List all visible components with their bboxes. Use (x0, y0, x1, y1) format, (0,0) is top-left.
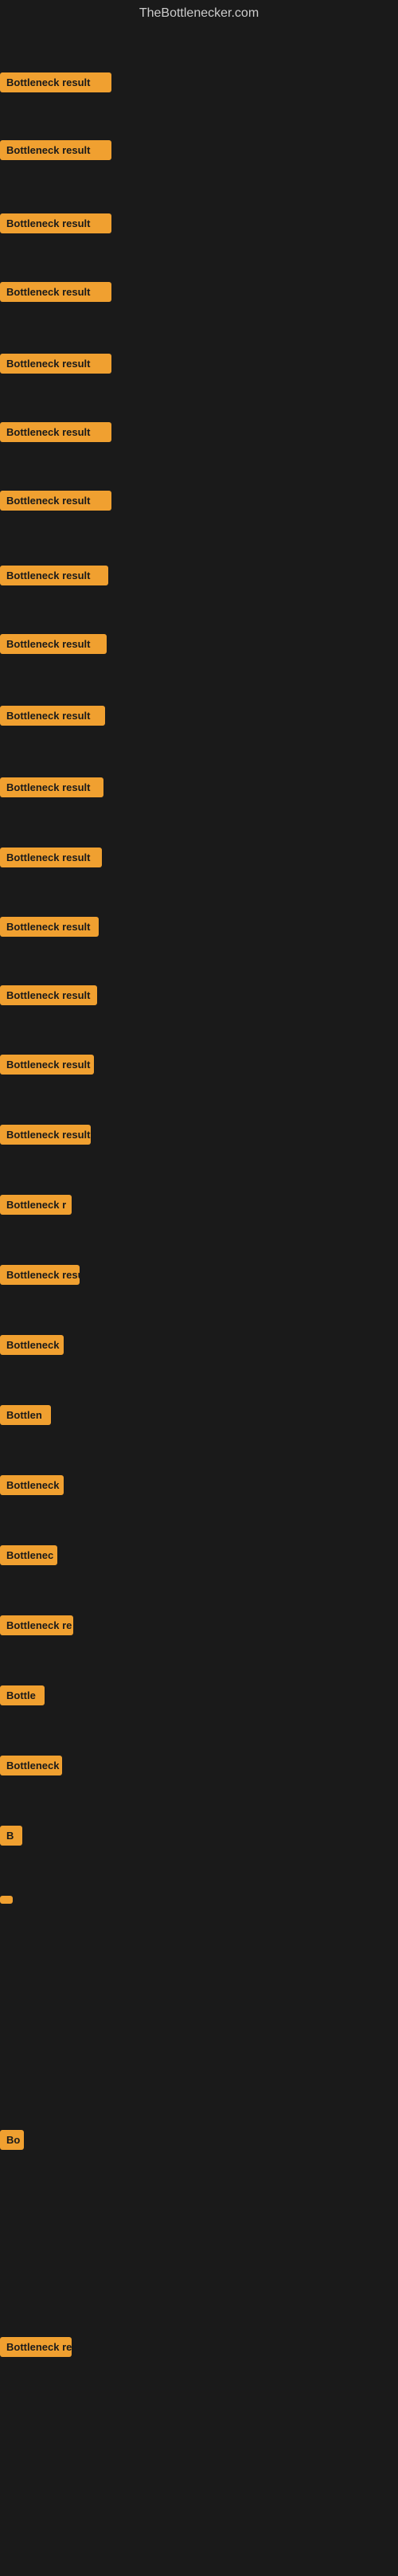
bottleneck-result-item: Bo (0, 2130, 24, 2150)
bottleneck-result-item: Bottleneck resu (0, 1265, 80, 1285)
bottleneck-result-item: Bottleneck result (0, 140, 111, 160)
bottleneck-result-item: Bottleneck (0, 1335, 64, 1355)
bottleneck-result-item: Bottleneck result (0, 354, 111, 374)
bottleneck-result-item: Bottleneck result (0, 917, 99, 937)
bottleneck-result-item: Bottleneck result (0, 985, 97, 1005)
bottleneck-result-item: Bottleneck result (0, 1125, 91, 1145)
bottleneck-result-item: Bottleneck result (0, 777, 103, 797)
bottleneck-result-item: Bottleneck r (0, 1195, 72, 1215)
bottleneck-result-item: Bottleneck result (0, 491, 111, 511)
bottleneck-result-item: Bottlen (0, 1405, 51, 1425)
bottleneck-result-item: Bottleneck result (0, 566, 108, 585)
bottleneck-result-item: Bottleneck result (0, 706, 105, 726)
site-title: TheBottlenecker.com (0, 0, 398, 27)
bottleneck-result-item (0, 1896, 13, 1904)
bottleneck-result-item: Bottleneck result (0, 1055, 94, 1075)
bottleneck-result-item: Bottleneck (0, 1475, 64, 1495)
bottleneck-result-item: Bottleneck re (0, 2337, 72, 2357)
bottleneck-result-item: Bottleneck result (0, 213, 111, 233)
bottleneck-result-item: Bottleneck re (0, 1615, 73, 1635)
bottleneck-result-item: Bottleneck result (0, 72, 111, 92)
bottleneck-result-item: Bottleneck result (0, 422, 111, 442)
bottleneck-result-item: Bottleneck result (0, 634, 107, 654)
bottleneck-result-item: B (0, 1826, 22, 1846)
bottleneck-result-item: Bottleneck result (0, 282, 111, 302)
bottleneck-result-item: Bottleneck (0, 1756, 62, 1775)
bottleneck-result-item: Bottle (0, 1685, 45, 1705)
bottleneck-result-item: Bottleneck result (0, 848, 102, 867)
bottleneck-result-item: Bottlenec (0, 1545, 57, 1565)
